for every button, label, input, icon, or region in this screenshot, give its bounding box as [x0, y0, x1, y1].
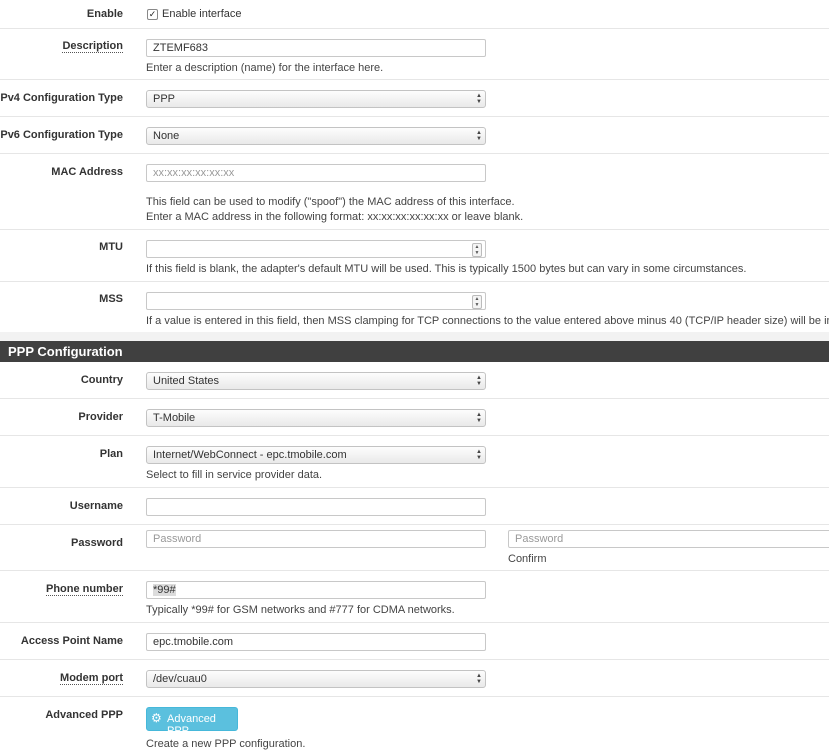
- row-username: Username: [0, 488, 829, 525]
- apn-input[interactable]: epc.tmobile.com: [146, 633, 486, 651]
- enable-label: Enable: [86, 8, 123, 20]
- provider-value: T-Mobile: [153, 412, 196, 424]
- enable-checkbox[interactable]: ✓: [147, 9, 158, 20]
- updown-arrows-icon: ▲ ▼: [476, 93, 482, 105]
- mac-help-2: Enter a MAC address in the following for…: [146, 211, 524, 223]
- ppp-section-header: PPP Configuration: [0, 341, 829, 362]
- updown-arrows-icon: ▲ ▼: [476, 673, 482, 685]
- row-mtu: MTU ▲ ▼ If this field is blank, the adapt…: [0, 230, 829, 282]
- username-input[interactable]: [146, 498, 486, 516]
- phone-number-help: Typically *99# for GSM networks and #777…: [146, 604, 455, 616]
- advanced-ppp-button-label: Advanced PPP: [167, 713, 216, 737]
- mac-address-input[interactable]: xx:xx:xx:xx:xx:xx: [146, 164, 486, 182]
- row-enable: Enable ✓ Enable interface: [0, 0, 829, 29]
- checkmark-icon: ✓: [148, 9, 157, 19]
- spinner-icon[interactable]: ▲ ▼: [472, 295, 482, 309]
- provider-label: Provider: [78, 411, 123, 423]
- mss-label: MSS: [99, 293, 123, 305]
- provider-select[interactable]: T-Mobile ▲ ▼: [146, 409, 486, 427]
- apn-label: Access Point Name: [20, 635, 123, 647]
- row-ipv6-type: IPv6 Configuration Type None ▲ ▼: [0, 117, 829, 154]
- ppp-section-title: PPP Configuration: [8, 344, 123, 359]
- spinner-icon[interactable]: ▲ ▼: [472, 243, 482, 257]
- row-provider: Provider T-Mobile ▲ ▼: [0, 399, 829, 436]
- ipv6-type-label: IPv6 Configuration Type: [0, 129, 123, 141]
- description-label[interactable]: Description: [62, 40, 123, 53]
- ipv6-type-select[interactable]: None ▲ ▼: [146, 127, 486, 145]
- enable-checkbox-label[interactable]: Enable interface: [162, 8, 242, 20]
- row-mss: MSS ▲ ▼ If a value is entered in this fie…: [0, 282, 829, 332]
- ipv4-type-select[interactable]: PPP ▲ ▼: [146, 90, 486, 108]
- password-confirm-help: Confirm: [508, 553, 547, 565]
- row-phone-number: Phone number *99# Typically *99# for GSM…: [0, 571, 829, 623]
- plan-value: Internet/WebConnect - epc.tmobile.com: [153, 449, 347, 461]
- mss-input[interactable]: ▲ ▼: [146, 292, 486, 310]
- advanced-ppp-button[interactable]: ⚙ Advanced PPP: [146, 707, 238, 737]
- plan-label: Plan: [99, 448, 123, 460]
- gear-icon: ⚙: [151, 711, 162, 725]
- mac-address-label: MAC Address: [51, 166, 123, 178]
- mtu-input[interactable]: ▲ ▼: [146, 240, 486, 258]
- row-modem-port: Modem port /dev/cuau0 ▲ ▼: [0, 660, 829, 697]
- mac-help-1: This field can be used to modify ("spoof…: [146, 196, 515, 208]
- password-input[interactable]: Password: [146, 530, 486, 548]
- section-spacer: [0, 332, 829, 341]
- phone-number-value: *99#: [153, 584, 176, 596]
- description-input[interactable]: ZTEMF683: [146, 39, 486, 57]
- row-apn: Access Point Name epc.tmobile.com: [0, 623, 829, 660]
- row-advanced-ppp: Advanced PPP Create a new PPP configurat…: [0, 697, 829, 753]
- description-help: Enter a description (name) for the inter…: [146, 62, 384, 74]
- updown-arrows-icon: ▲ ▼: [476, 130, 482, 142]
- row-ipv4-type: IPv4 Configuration Type PPP ▲ ▼: [0, 80, 829, 117]
- modem-port-select[interactable]: /dev/cuau0 ▲ ▼: [146, 670, 486, 688]
- ipv6-type-value: None: [153, 130, 180, 142]
- row-mac-address: MAC Address xx:xx:xx:xx:xx:xx This field…: [0, 154, 829, 230]
- plan-help: Select to fill in service provider data.: [146, 469, 323, 481]
- row-password: Password Password Password Confirm: [0, 525, 829, 571]
- password-confirm-input[interactable]: Password: [508, 530, 829, 548]
- modem-port-label[interactable]: Modem port: [60, 672, 123, 685]
- ipv4-type-label: IPv4 Configuration Type: [0, 92, 123, 104]
- plan-select[interactable]: Internet/WebConnect - epc.tmobile.com ▲ ▼: [146, 446, 486, 464]
- updown-arrows-icon: ▲ ▼: [476, 375, 482, 387]
- mtu-label: MTU: [99, 241, 123, 253]
- country-select[interactable]: United States ▲ ▼: [146, 372, 486, 390]
- mss-help: If a value is entered in this field, the…: [146, 315, 829, 327]
- advanced-ppp-help: Create a new PPP configuration.: [146, 738, 306, 750]
- phone-number-input[interactable]: *99#: [146, 581, 486, 599]
- country-value: United States: [153, 375, 220, 387]
- modem-port-value: /dev/cuau0: [153, 673, 207, 685]
- advanced-ppp-label: Advanced PPP: [45, 709, 123, 721]
- updown-arrows-icon: ▲ ▼: [476, 412, 482, 424]
- row-description: Description ZTEMF683 Enter a description…: [0, 29, 829, 80]
- ipv4-type-value: PPP: [153, 93, 176, 105]
- row-country: Country United States ▲ ▼: [0, 362, 829, 399]
- updown-arrows-icon: ▲ ▼: [476, 449, 482, 461]
- mtu-help: If this field is blank, the adapter's de…: [146, 263, 747, 275]
- username-label: Username: [69, 500, 123, 512]
- phone-number-label[interactable]: Phone number: [45, 583, 123, 596]
- country-label: Country: [80, 374, 123, 386]
- password-label: Password: [71, 537, 123, 549]
- row-plan: Plan Internet/WebConnect - epc.tmobile.c…: [0, 436, 829, 488]
